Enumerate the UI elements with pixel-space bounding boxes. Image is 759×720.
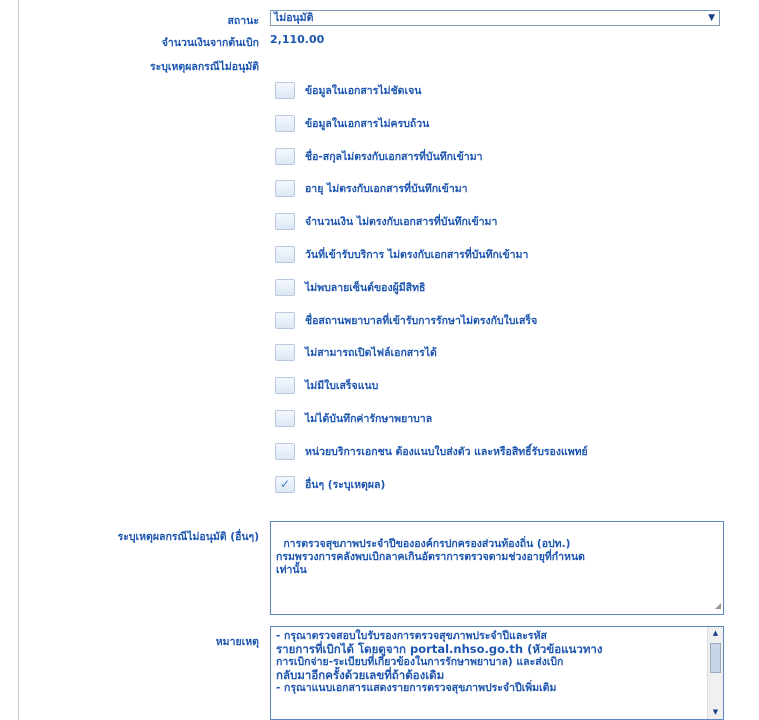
remark-line: กลับมาอีกครั้งด้วยเลขที่ถ้าต้องเดิม xyxy=(276,668,445,682)
check-icon[interactable]: ✓ xyxy=(275,475,295,493)
checkbox[interactable] xyxy=(275,212,295,230)
checkbox[interactable] xyxy=(275,81,295,99)
other-reason-textarea[interactable]: การตรวจสุขภาพประจำปีขององค์กรปกครองส่วนท… xyxy=(270,521,724,615)
checkbox[interactable] xyxy=(275,442,295,460)
checkbox[interactable] xyxy=(275,409,295,427)
reason-label: ระบุเหตุผลกรณีไม่อนุมัติ xyxy=(149,61,259,73)
reason-option[interactable]: ไม่สามารถเปิดไฟล์เอกสารได้ xyxy=(275,341,437,363)
reason-option-label: ไม่มีใบเสร็จแนบ xyxy=(305,379,379,392)
other-reason-text: การตรวจสุขภาพประจำปีขององค์กรปกครองส่วนท… xyxy=(276,538,585,576)
checkbox[interactable] xyxy=(275,343,295,361)
reason-option-label: ชื่อสถานพยาบาลที่เข้ารับการรักษาไม่ตรงกั… xyxy=(305,314,538,327)
reason-option[interactable]: ชื่อสถานพยาบาลที่เข้ารับการรักษาไม่ตรงกั… xyxy=(275,309,537,331)
amount-value: 2,110.00 xyxy=(270,33,325,46)
chevron-down-icon: ▼ xyxy=(708,13,715,23)
reason-option[interactable]: อายุ ไม่ตรงกับเอกสารที่บันทึกเข้ามา xyxy=(275,177,468,199)
reason-option-label: อายุ ไม่ตรงกับเอกสารที่บันทึกเข้ามา xyxy=(305,182,468,195)
reason-option-label: ข้อมูลในเอกสารไม่ครบถ้วน xyxy=(305,117,430,130)
remark-line: รายการที่เบิกได้ โดยดูจาก portal.nhso.go… xyxy=(276,642,603,656)
remark-text: - กรุณาตรวจสอบใบรับรองการตรวจสุขภาพประจำ… xyxy=(276,630,703,695)
status-select[interactable]: ไม่อนุมัติ ▼ xyxy=(270,10,720,26)
remark-scrollbar[interactable]: ▲ ▼ xyxy=(707,627,723,719)
reason-option[interactable]: จำนวนเงิน ไม่ตรงกับเอกสารที่บันทึกเข้ามา xyxy=(275,210,497,232)
scroll-up-icon[interactable]: ▲ xyxy=(708,627,723,640)
checkbox[interactable] xyxy=(275,245,295,263)
remark-label: หมายเหตุ xyxy=(215,636,259,648)
scroll-down-icon[interactable]: ▼ xyxy=(708,706,723,719)
checkbox[interactable] xyxy=(275,278,295,296)
resize-handle-icon[interactable]: ◢ xyxy=(715,599,721,612)
reason-option-label: วันที่เข้ารับบริการ ไม่ตรงกับเอกสารที่บั… xyxy=(305,248,529,261)
reason-option[interactable]: หน่วยบริการเอกชน ต้องแนบใบส่งตัว และหรือ… xyxy=(275,440,588,462)
status-selected-value: ไม่อนุมัติ xyxy=(274,12,314,24)
status-label: สถานะ xyxy=(227,15,259,27)
reason-option[interactable]: ไม่ได้บันทึกค่ารักษาพยาบาล xyxy=(275,407,432,429)
reason-option-label: ชื่อ-สกุลไม่ตรงกับเอกสารที่บันทึกเข้ามา xyxy=(305,150,483,163)
reason-option[interactable]: ข้อมูลในเอกสารไม่ครบถ้วน xyxy=(275,112,429,134)
reason-option-label: ไม่สามารถเปิดไฟล์เอกสารได้ xyxy=(305,346,437,359)
scroll-thumb[interactable] xyxy=(710,643,721,673)
checkbox[interactable] xyxy=(275,376,295,394)
other-reason-label: ระบุเหตุผลกรณีไม่อนุมัติ (อื่นๆ) xyxy=(117,531,259,543)
remark-textarea[interactable]: - กรุณาตรวจสอบใบรับรองการตรวจสุขภาพประจำ… xyxy=(270,626,724,720)
checkbox[interactable] xyxy=(275,179,295,197)
reason-option[interactable]: วันที่เข้ารับบริการ ไม่ตรงกับเอกสารที่บั… xyxy=(275,243,528,265)
reason-option-label: หน่วยบริการเอกชน ต้องแนบใบส่งตัว และหรือ… xyxy=(305,445,588,458)
reason-option-label: ไม่ได้บันทึกค่ารักษาพยาบาล xyxy=(305,412,433,425)
checkbox[interactable] xyxy=(275,311,295,329)
reason-option[interactable]: ไม่พบลายเซ็นต์ของผู้มีสิทธิ xyxy=(275,276,425,298)
reason-option[interactable]: ✓ อื่นๆ (ระบุเหตุผล) xyxy=(275,473,385,495)
reason-option-label: อื่นๆ (ระบุเหตุผล) xyxy=(305,478,386,491)
reason-option-label: จำนวนเงิน ไม่ตรงกับเอกสารที่บันทึกเข้ามา xyxy=(305,215,498,228)
reason-option[interactable]: ไม่มีใบเสร็จแนบ xyxy=(275,374,378,396)
reason-option[interactable]: ข้อมูลในเอกสารไม่ชัดเจน xyxy=(275,79,421,101)
reason-option-label: ข้อมูลในเอกสารไม่ชัดเจน xyxy=(305,84,422,97)
remark-line: - กรุณาแนบเอกสารแสดงรายการตรวจสุขภาพประจ… xyxy=(276,682,557,694)
reason-option[interactable]: ชื่อ-สกุลไม่ตรงกับเอกสารที่บันทึกเข้ามา xyxy=(275,145,483,167)
reason-option-label: ไม่พบลายเซ็นต์ของผู้มีสิทธิ xyxy=(305,281,426,294)
amount-label: จำนวนเงินจากต้นเบิก xyxy=(161,37,259,49)
checkbox[interactable] xyxy=(275,114,295,132)
checkbox[interactable] xyxy=(275,147,295,165)
